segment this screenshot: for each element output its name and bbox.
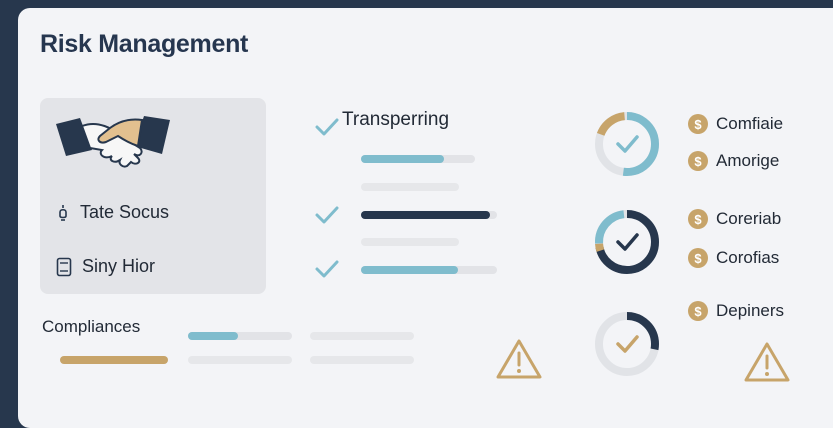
left-item-siny-hior[interactable]: Siny Hior (56, 256, 155, 277)
lightbulb-icon (59, 204, 67, 221)
warning-icon (744, 342, 790, 382)
coin-item-label: Corofias (716, 248, 780, 267)
left-item-tate-socus[interactable]: Tate Socus (56, 202, 169, 223)
compliance-progress-bar (188, 332, 238, 340)
handshake-icon (56, 116, 170, 168)
transferring-progress-bar (361, 155, 444, 163)
left-item-label: Siny Hior (82, 256, 156, 276)
placeholder-line (361, 183, 459, 191)
document-icon (56, 257, 72, 276)
progress-bar-teal (361, 266, 458, 274)
coin-item-label: Amorige (716, 151, 780, 170)
dollar-coin-icon: $ (688, 151, 708, 171)
compliances-label: Compliances (42, 317, 141, 336)
risk-sharing-panel: Tate Socus Siny Hior (40, 98, 266, 294)
check-icon (315, 206, 339, 224)
status-donut (595, 210, 660, 274)
coin-item-amorige[interactable]: $ Amorige (688, 151, 779, 171)
coin-item-label: Comfiaie (716, 114, 784, 133)
check-icon (315, 260, 339, 278)
check-icon (616, 135, 639, 153)
compliance-gold-bar (60, 356, 168, 364)
placeholder-line (361, 238, 459, 246)
coin-item-label: Depiners (716, 301, 785, 320)
coin-item-depiners[interactable]: $ Depiners (688, 301, 784, 321)
coin-item-comfiaie[interactable]: $ Comfiaie (688, 114, 783, 134)
placeholder-line (188, 356, 292, 364)
status-donut (595, 112, 659, 176)
left-item-label: Tate Socus (80, 202, 170, 222)
placeholder-line (310, 332, 414, 340)
coin-item-corofias[interactable]: $ Corofias (688, 248, 779, 268)
check-icon (616, 335, 639, 353)
placeholder-line (310, 356, 414, 364)
dollar-coin-icon: $ (688, 248, 708, 268)
status-donut (595, 312, 659, 376)
coin-item-coreriab[interactable]: $ Coreriab (688, 209, 781, 229)
dollar-coin-icon: $ (688, 301, 708, 321)
check-icon (315, 118, 339, 136)
check-icon (616, 233, 639, 251)
dollar-coin-icon: $ (688, 114, 708, 134)
dollar-coin-icon: $ (688, 209, 708, 229)
coin-item-label: Coreriab (716, 209, 782, 228)
warning-icon (496, 339, 542, 379)
page-title: Risk Management (40, 30, 249, 58)
transferring-label: Transperring (342, 109, 450, 130)
progress-bar-navy (361, 211, 490, 219)
